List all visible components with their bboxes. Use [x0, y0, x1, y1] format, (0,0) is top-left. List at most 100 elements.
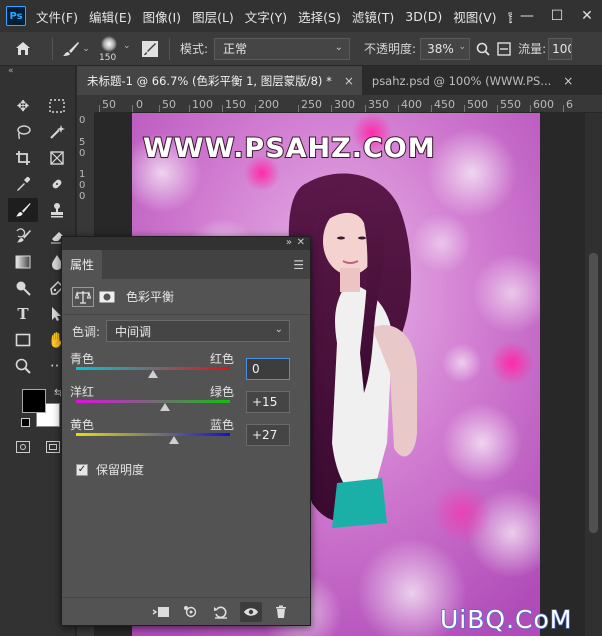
canvas-scrollbar[interactable] — [585, 113, 602, 636]
horizontal-ruler[interactable]: 50 0 50 100 150 200 250 300 350 400 450 … — [95, 95, 602, 113]
maximize-button[interactable]: ☐ — [542, 8, 572, 24]
trash-icon[interactable] — [270, 602, 292, 622]
clip-to-layer-icon[interactable] — [150, 602, 172, 622]
slider-right-label: 绿色 — [210, 385, 235, 399]
panel-menu-icon[interactable]: ☰ — [293, 258, 304, 272]
zoom-tool-icon[interactable] — [8, 354, 38, 378]
menu-type[interactable]: 文字(Y) — [245, 7, 287, 26]
tab-properties[interactable]: 属性 — [62, 250, 103, 279]
ruler-label: 50 — [162, 98, 176, 111]
window-controls: — ☐ ✕ — [512, 0, 602, 32]
close-icon[interactable]: × — [344, 74, 354, 88]
ruler-origin[interactable] — [77, 95, 95, 113]
options-bar: ⌄ 150 ⌄ 模式: 正常 ⌄ 不透明度: 38% ⌄ 流量: 100 — [0, 32, 602, 66]
close-icon[interactable]: × — [563, 74, 573, 88]
mode-select[interactable]: 正常 ⌄ — [214, 37, 351, 60]
airbrush-mode-icon[interactable] — [494, 41, 514, 56]
preserve-luminosity-checkbox[interactable]: ✓ — [76, 463, 88, 476]
rectangle-tool-icon[interactable] — [8, 328, 38, 352]
brush-size-label: 150 — [99, 52, 117, 63]
slider-thumb[interactable] — [168, 436, 179, 444]
yellow-blue-value-input[interactable]: +27 — [246, 424, 290, 446]
balance-scale-icon[interactable] — [72, 286, 94, 307]
tone-label: 色调: — [72, 324, 101, 339]
brush-preset-picker[interactable]: 150 ⌄ — [93, 34, 137, 64]
slider-value: 0 — [252, 362, 260, 376]
slider-thumb[interactable] — [159, 403, 170, 411]
layer-mask-icon[interactable] — [96, 287, 118, 307]
yellow-blue-slider: 黄色 蓝色 +27 — [70, 416, 302, 450]
dodge-tool-icon[interactable] — [8, 276, 38, 300]
visibility-eye-icon[interactable] — [240, 601, 262, 622]
frame-tool-icon[interactable] — [42, 146, 72, 170]
document-tabs: 未标题-1 @ 66.7% (色彩平衡 1, 图层蒙版/8) * × psahz… — [77, 66, 602, 95]
cyan-red-slider: 青色 红色 0 — [70, 350, 302, 384]
healing-brush-tool-icon[interactable] — [42, 172, 72, 196]
crop-tool-icon[interactable] — [8, 146, 38, 170]
preserve-luminosity-label: 保留明度 — [96, 463, 145, 477]
slider-track[interactable] — [76, 400, 230, 403]
mode-label: 模式: — [180, 42, 209, 56]
ruler-label: 0 — [79, 148, 86, 159]
flow-input[interactable]: 100 — [548, 37, 573, 60]
menu-filter[interactable]: 滤镜(T) — [352, 7, 394, 26]
ruler-label: 5 — [79, 137, 86, 148]
gradient-tool-icon[interactable] — [8, 250, 38, 274]
default-colors-icon[interactable] — [21, 418, 30, 427]
tone-value: 中间调 — [115, 324, 152, 339]
panel-tab-row: 属性 ☰ — [62, 250, 310, 279]
quick-mask-icon[interactable] — [16, 441, 30, 453]
menu-file[interactable]: 文件(F) — [36, 7, 78, 26]
reset-icon[interactable] — [210, 602, 232, 622]
menu-select[interactable]: 选择(S) — [298, 7, 341, 26]
ruler-label: 0 — [136, 98, 143, 111]
collapse-panel-icon[interactable]: » — [286, 237, 292, 249]
magenta-green-slider: 洋红 绿色 +15 — [70, 383, 302, 417]
history-brush-tool-icon[interactable] — [8, 224, 38, 248]
chevron-down-icon: ⌄ — [82, 43, 90, 54]
close-panel-icon[interactable]: ✕ — [297, 237, 305, 249]
cyan-red-value-input[interactable]: 0 — [246, 358, 290, 380]
minimize-button[interactable]: — — [512, 8, 542, 24]
chevron-down-icon: ⌄ — [334, 41, 344, 53]
view-previous-state-icon[interactable] — [180, 602, 202, 622]
watermark-text: WWW.PSAHZ.COM — [142, 132, 436, 165]
screen-mode-icon[interactable] — [46, 441, 60, 453]
magic-wand-tool-icon[interactable] — [42, 120, 72, 144]
scrollbar-thumb[interactable] — [589, 253, 598, 533]
menu-edit[interactable]: 编辑(E) — [89, 7, 132, 26]
menu-layer[interactable]: 图层(L) — [192, 7, 234, 26]
ruler-label: 200 — [258, 98, 279, 111]
slider-thumb[interactable] — [148, 370, 158, 378]
home-icon[interactable] — [0, 41, 46, 56]
brush-tool-icon[interactable] — [8, 198, 38, 222]
menu-view[interactable]: 视图(V) — [453, 7, 496, 26]
magenta-green-value-input[interactable]: +15 — [246, 391, 290, 413]
brush-settings-icon[interactable] — [137, 40, 163, 58]
foreground-color-swatch[interactable] — [22, 389, 46, 413]
brush-tool-icon[interactable]: ⌄ — [59, 41, 93, 57]
flow-label: 流量: — [518, 42, 547, 56]
tone-select[interactable]: 中间调 ⌄ — [106, 320, 290, 342]
preserve-luminosity-row[interactable]: ✓ 保留明度 — [76, 461, 144, 478]
lasso-tool-icon[interactable] — [8, 120, 38, 144]
pressure-opacity-icon[interactable] — [472, 42, 494, 56]
slider-track[interactable] — [76, 433, 230, 436]
close-window-button[interactable]: ✕ — [572, 8, 602, 24]
marquee-tool-icon[interactable] — [42, 94, 72, 118]
opacity-input[interactable]: 38% ⌄ — [420, 37, 471, 60]
menu-3d[interactable]: 3D(D) — [405, 9, 442, 24]
tab-psahz-psd[interactable]: psahz.psd @ 100% (WWW.PS... × — [362, 66, 581, 95]
move-tool-icon[interactable]: ✥ — [8, 94, 38, 118]
slider-right-label: 红色 — [210, 352, 235, 366]
collapse-toolbar-icon[interactable]: « — [0, 66, 75, 78]
ruler-label: 300 — [334, 98, 355, 111]
tab-untitled-1[interactable]: 未标题-1 @ 66.7% (色彩平衡 1, 图层蒙版/8) * × — [77, 66, 362, 95]
menu-image[interactable]: 图像(I) — [143, 7, 181, 26]
clone-stamp-tool-icon[interactable] — [42, 198, 72, 222]
ruler-label: 550 — [500, 98, 521, 111]
tab-label: 未标题-1 @ 66.7% (色彩平衡 1, 图层蒙版/8) * — [87, 73, 332, 88]
type-tool-icon[interactable]: T — [8, 302, 38, 326]
eyedropper-tool-icon[interactable] — [8, 172, 38, 196]
chevron-down-icon: ⌄ — [458, 41, 467, 52]
